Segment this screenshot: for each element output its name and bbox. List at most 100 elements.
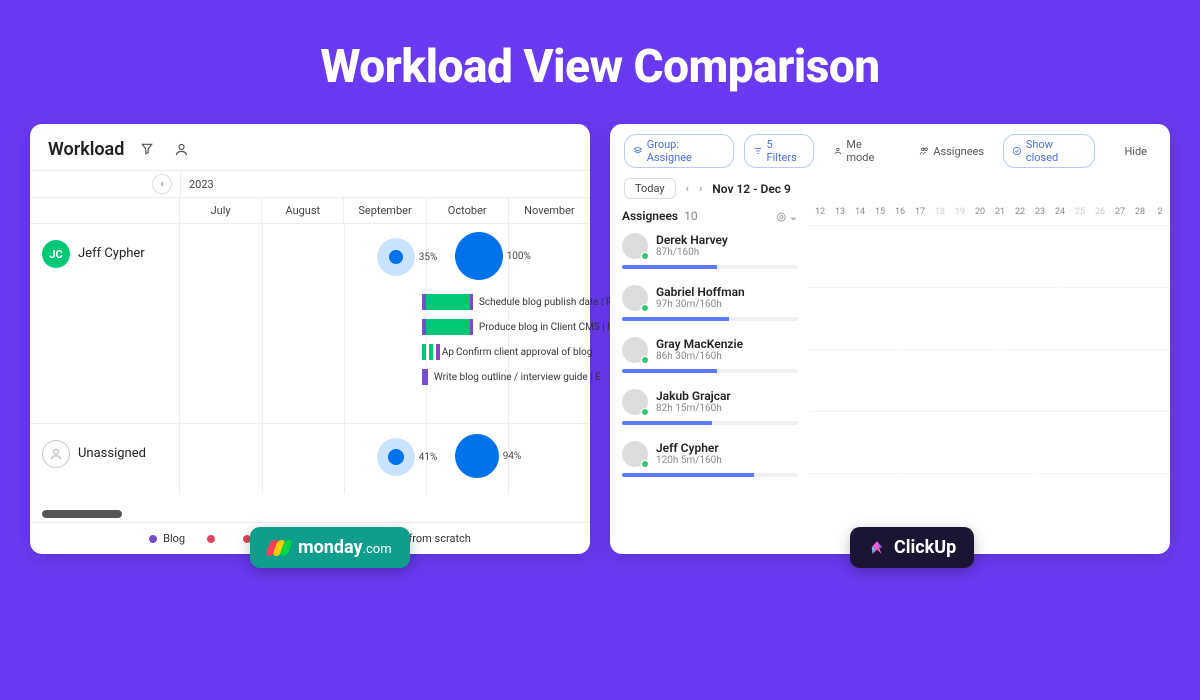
today-button[interactable]: Today (624, 178, 676, 199)
me-mode-chip[interactable]: Me mode (824, 134, 901, 168)
day-header: 23 (1030, 207, 1050, 225)
assignee-name: Jeff Cypher (656, 441, 722, 455)
avatar-jc: JC (42, 240, 70, 268)
capacity-bar (622, 421, 798, 425)
assignees-chip[interactable]: Assignees (910, 141, 993, 162)
day-header: 24 (1050, 207, 1070, 225)
day-header: 18 (930, 207, 950, 225)
bubble-pct: 35% (419, 252, 438, 263)
filters-chip[interactable]: 5 Filters (744, 134, 814, 168)
prev-period-button[interactable]: ‹ (152, 174, 172, 194)
person-name: Jeff Cypher (78, 240, 145, 261)
scrollbar-horizontal[interactable] (42, 510, 122, 518)
clickup-logo-icon (868, 539, 886, 557)
group-chip[interactable]: Group: Assignee (624, 134, 734, 168)
year-label: 2023 (180, 171, 214, 197)
assignee-row[interactable]: Derek Harvey 87h/160h (622, 227, 798, 279)
task-bar[interactable]: Schedule blog publish date | R (422, 294, 612, 310)
day-header: 16 (890, 207, 910, 225)
assignee-name: Jakub Grajcar (656, 389, 731, 403)
month-header: July (180, 198, 262, 223)
monday-panel: Workload ‹ 2023 July August September Oc… (30, 124, 590, 554)
day-header: 15 (870, 207, 890, 225)
task-bar[interactable]: Write blog outline / interview guide | E (422, 369, 601, 385)
day-header: 28 (1130, 207, 1150, 225)
day-header: 2 (1150, 207, 1170, 225)
page-title: Workload View Comparison (0, 0, 1200, 94)
assignee-row[interactable]: Jeff Cypher 120h 5m/160h (622, 435, 798, 487)
task-ap: Ap (440, 347, 454, 358)
assignees-count: 10 (684, 209, 698, 223)
person-name: Unassigned (78, 440, 146, 461)
monday-logo-icon (268, 540, 290, 556)
day-header: 22 (1010, 207, 1030, 225)
assignee-name: Derek Harvey (656, 233, 728, 247)
filter-icon[interactable] (136, 138, 158, 160)
task-label: Confirm client approval of blog (454, 347, 592, 358)
day-header: 26 (1090, 207, 1110, 225)
workload-bubble[interactable] (455, 232, 503, 280)
hide-button[interactable]: Hide (1115, 141, 1156, 162)
legend-item: Blog (149, 532, 185, 545)
next-range-button[interactable]: › (699, 182, 702, 195)
day-header: 27 (1110, 207, 1130, 225)
overflow-tag: 2h (1051, 285, 1069, 292)
day-header: 21 (990, 207, 1010, 225)
overflow-tag: 4h (871, 471, 889, 478)
monday-brand-badge: monday.com (250, 527, 410, 568)
workload-bubble[interactable] (377, 438, 415, 476)
workload-lane: 1h 301h 15 (810, 473, 1170, 535)
assignee-row[interactable]: Gray MacKenzie 86h 30m/160h (622, 331, 798, 383)
assignee-row[interactable]: Jakub Grajcar 82h 15m/160h (622, 383, 798, 435)
workload-lane: 4h2h4h 15 (810, 411, 1170, 473)
monday-title: Workload (48, 139, 124, 160)
clickup-brand-badge: ClickUp (850, 527, 974, 568)
avatar (622, 337, 648, 363)
bubble-pct: 100% (507, 251, 531, 262)
overflow-tag: 1h 15 (1131, 533, 1149, 535)
assignees-header: Assignees (622, 209, 678, 223)
month-header: November (509, 198, 590, 223)
task-label: Schedule blog publish date | R (473, 297, 612, 308)
assignee-name: Gray MacKenzie (656, 337, 743, 351)
workload-bubble[interactable] (377, 238, 415, 276)
bubble-pct: 41% (419, 452, 438, 463)
prev-range-button[interactable]: ‹ (686, 182, 689, 195)
assignee-hours: 87h/160h (656, 247, 728, 258)
month-header: August (262, 198, 344, 223)
show-closed-chip[interactable]: Show closed (1003, 134, 1095, 168)
day-header: 17 (910, 207, 930, 225)
avatar (622, 233, 648, 259)
visibility-icon[interactable]: ◎ ⌄ (776, 210, 798, 223)
assignee-name: Gabriel Hoffman (656, 285, 745, 299)
overflow-tag: 2h (891, 347, 909, 354)
overflow-tag: 4h 30 (991, 347, 1009, 354)
day-header: 14 (850, 207, 870, 225)
bubble-pct: 94% (503, 451, 522, 462)
person-icon[interactable] (170, 138, 192, 160)
legend-item (207, 535, 221, 543)
avatar-unassigned (42, 440, 70, 468)
day-header: 20 (970, 207, 990, 225)
capacity-bar (622, 265, 798, 269)
capacity-bar (622, 369, 798, 373)
capacity-bar (622, 317, 798, 321)
avatar (622, 441, 648, 467)
assignee-row[interactable]: Gabriel Hoffman 97h 30m/160h (622, 279, 798, 331)
overflow-tag: 2h (891, 471, 909, 478)
avatar (622, 285, 648, 311)
workload-row-unassigned: Unassigned 41% 94% (30, 424, 590, 494)
workload-bubble[interactable] (455, 434, 499, 478)
workload-lane: 2h (810, 225, 1170, 287)
task-bar[interactable]: Ap Confirm client approval of blog (422, 344, 592, 360)
day-header: 12 (810, 207, 830, 225)
assignee-hours: 82h 15m/160h (656, 403, 731, 414)
task-bar[interactable]: Produce blog in Client CMS | R (422, 319, 613, 335)
clickup-panel: Group: Assignee 5 Filters Me mode Assign… (610, 124, 1170, 554)
assignee-hours: 86h 30m/160h (656, 351, 743, 362)
day-header: 19 (950, 207, 970, 225)
workload-lane: 2h4h 30 (810, 287, 1170, 349)
month-header: October (427, 198, 509, 223)
task-label: Produce blog in Client CMS | R (473, 322, 613, 333)
month-header: September (344, 198, 426, 223)
